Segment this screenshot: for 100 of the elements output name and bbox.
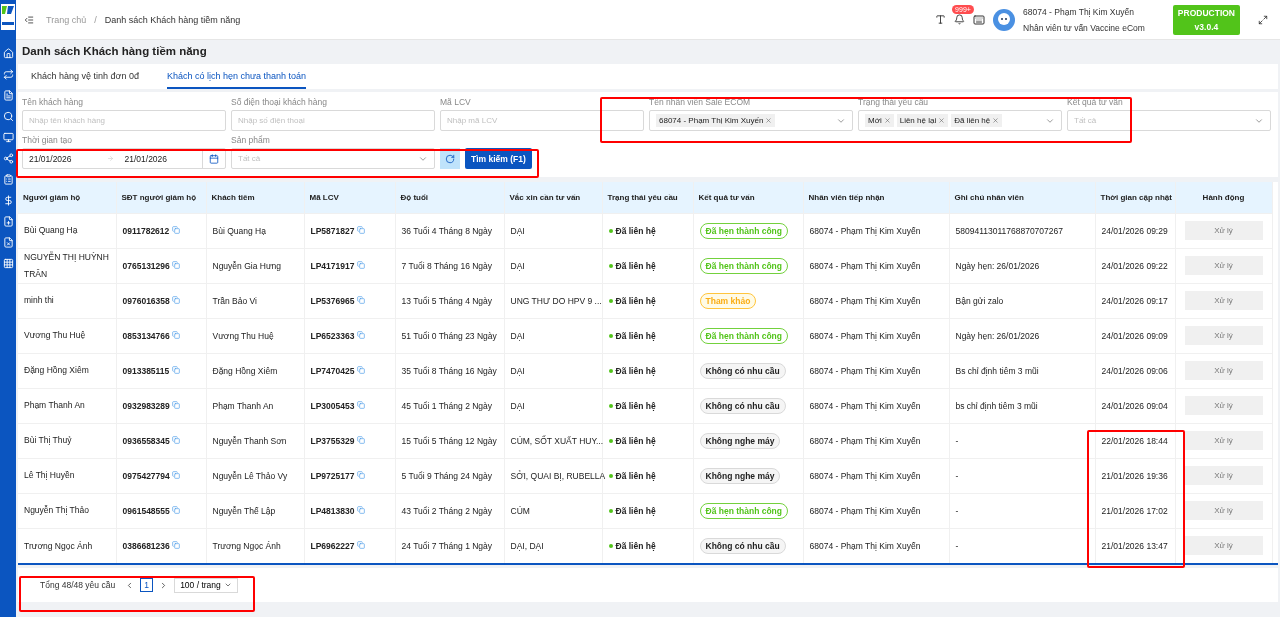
result-tag: Không có nhu cầu (699, 537, 786, 554)
filter-label: Mã LCV (440, 97, 472, 107)
selected-tag: Liên hệ lại (896, 114, 949, 127)
table-cell: 68074 - Phạm Thị Kim Xuyến (803, 458, 949, 493)
copy-icon[interactable] (356, 505, 365, 514)
total-count: Tổng 48/48 yêu cầu (40, 580, 116, 590)
copy-icon[interactable] (356, 435, 365, 444)
table-cell: 5 Tuổi 9 Tháng 24 Ngày (395, 458, 504, 493)
column-header: Vắc xin cần tư vấn (504, 182, 602, 213)
copy-icon[interactable] (171, 365, 180, 374)
table-cell: Nguyễn Thế Lập (206, 493, 304, 528)
user-role: Nhân viên tư vấn Vaccine eCom (1023, 22, 1145, 33)
table-cell: 24/01/2026 09:04 (1095, 388, 1175, 423)
result-tag: Không nghe máy (699, 467, 781, 484)
table-cell: 24/01/2026 09:17 (1095, 283, 1175, 318)
table-cell: Trần Bảo Vi (206, 283, 304, 318)
table-cell: Vương Thu Huệ (206, 318, 304, 353)
table-cell: DẠI (504, 318, 602, 353)
table-cell: 45 Tuổi 1 Tháng 2 Ngày (395, 388, 504, 423)
table-cell: 21/01/2026 19:36 (1095, 458, 1175, 493)
lcv-code: LP3755329 (310, 435, 355, 446)
result-tag: Đã hẹn thành công (699, 327, 788, 344)
table-cell: Bùi Thị Thuỷ (18, 423, 116, 458)
nav-icon (2, 195, 14, 206)
copy-icon[interactable] (172, 505, 181, 514)
table-cell: Ngày hẹn: 26/01/2026 (949, 318, 1095, 353)
status-text: Đã liên hệ (615, 296, 656, 306)
column-header: Mã LCV (304, 182, 395, 213)
result-tag: Đã hẹn thành công (699, 222, 788, 239)
copy-icon[interactable] (172, 260, 181, 269)
table-cell: Phạm Thanh An (206, 388, 304, 423)
copy-icon[interactable] (356, 540, 365, 549)
table-cell: 68074 - Phạm Thị Kim Xuyến (803, 423, 949, 458)
result-tag: Không nghe máy (699, 432, 781, 449)
nav-icon (2, 48, 14, 59)
tab[interactable]: Khách có lịch hẹn chưa thanh toán (167, 64, 307, 89)
copy-icon[interactable] (171, 225, 180, 234)
search-button[interactable]: Tìm kiếm (F1) (465, 148, 532, 169)
date-range-field[interactable]: 21/01/2026 21/01/2026 (22, 148, 226, 169)
column-header: Thời gian cập nhật (1095, 182, 1175, 213)
status-text: Đã liên hệ (615, 436, 656, 446)
copy-icon[interactable] (356, 295, 365, 304)
close-icon (938, 117, 946, 124)
table-cell: Lê Thị Huyền (18, 458, 116, 493)
breadcrumb-link[interactable]: Trang chủ (46, 14, 87, 25)
copy-icon[interactable] (356, 225, 365, 234)
table-cell: Nguyễn Gia Hưng (206, 248, 304, 283)
table-cell: - (949, 423, 1095, 458)
page-number[interactable]: 1 (140, 578, 154, 592)
copy-icon[interactable] (356, 470, 365, 479)
table-cell: Bùi Quang Hạ (206, 213, 304, 248)
refresh-button[interactable] (440, 148, 460, 169)
user-name: 68074 - Phạm Thị Kim Xuyến (1023, 6, 1135, 17)
column-header: SĐT người giám hộ (116, 182, 206, 213)
table-cell: 68074 - Phạm Thị Kim Xuyến (803, 283, 949, 318)
phone-text: 0936558345 (122, 435, 170, 446)
close-icon (883, 117, 891, 124)
copy-icon[interactable] (172, 330, 181, 339)
table-cell: 24/01/2026 09:09 (1095, 318, 1175, 353)
breadcrumb-current: Danh sách Khách hàng tiềm năng (104, 14, 241, 25)
column-header: Nhân viên tiếp nhận (803, 182, 949, 213)
table-cell: 68074 - Phạm Thị Kim Xuyến (803, 248, 949, 283)
table-cell: 51 Tuổi 0 Tháng 23 Ngày (395, 318, 504, 353)
status-text: Đã liên hệ (615, 541, 656, 552)
tab[interactable]: Khách hàng vệ tinh đơn 0đ (31, 64, 139, 89)
copy-icon[interactable] (172, 400, 181, 409)
result-tag: Không có nhu cầu (699, 362, 786, 379)
copy-icon[interactable] (356, 365, 365, 374)
fullscreen-icon (1258, 14, 1268, 25)
table-cell: - (949, 458, 1095, 493)
table-cell: 24/01/2026 09:06 (1095, 353, 1175, 388)
multi-select-field[interactable]: Mới Liên hệ lại Đã liên hệ (858, 110, 1062, 131)
table-cell: Bận gửi zalo (949, 283, 1095, 318)
copy-icon[interactable] (172, 435, 181, 444)
copy-icon[interactable] (356, 400, 365, 409)
multi-select-field[interactable]: 68074 - Phạm Thị Kim Xuyến (649, 110, 853, 131)
table-cell: 22/01/2026 18:44 (1095, 423, 1175, 458)
copy-icon[interactable] (172, 295, 181, 304)
table-cell: 13 Tuổi 5 Tháng 4 Ngày (395, 283, 504, 318)
status-text: Đã liên hệ (615, 226, 656, 236)
table-cell: DẠI (504, 353, 602, 388)
selected-tag: Đã liên hệ (951, 114, 1003, 127)
filter-label: Tên khách hàng (22, 97, 84, 107)
copy-icon[interactable] (356, 330, 365, 339)
table-cell: 58094113011768870707267 (949, 213, 1095, 248)
lcv-code: LP3005453 (310, 400, 355, 411)
status-text: Đã liên hệ (615, 366, 656, 376)
table-cell: 68074 - Phạm Thị Kim Xuyến (803, 388, 949, 423)
table-cell: 15 Tuổi 5 Tháng 12 Ngày (395, 423, 504, 458)
table-cell: minh thi (18, 283, 116, 318)
copy-icon[interactable] (356, 260, 365, 269)
table-cell: 24 Tuổi 7 Tháng 1 Ngày (395, 528, 504, 563)
copy-icon[interactable] (172, 470, 181, 479)
table-cell: NGUYỄN THỊ HUỲNH TRÂN (18, 248, 116, 283)
table-cell: Trương Ngọc Ánh (206, 528, 304, 563)
font-size-icon[interactable] (935, 14, 947, 25)
table-cell: Bùi Quang Hạ (18, 213, 116, 248)
phone-text: 0932983289 (122, 400, 170, 411)
table-cell: DẠI (504, 213, 602, 248)
copy-icon[interactable] (172, 540, 181, 549)
